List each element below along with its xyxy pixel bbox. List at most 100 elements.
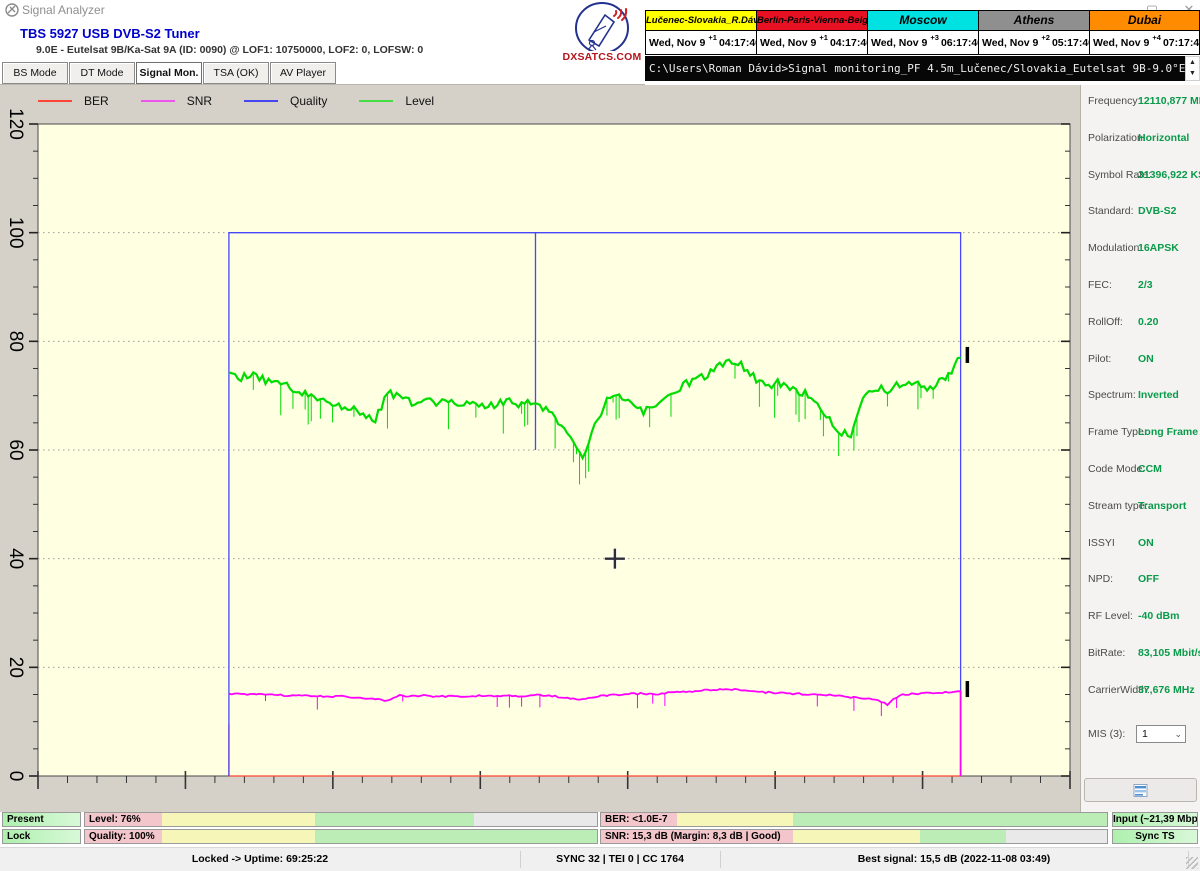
clock-time: Wed, Nov 9 +1 04:17:40 (756, 31, 872, 55)
param-label: RollOff: (1088, 315, 1123, 328)
signal-monitor-chart-region: BER SNR Quality Level 0 20 40 60 80 100 120 (0, 85, 1080, 812)
param-label: Code Mode: (1088, 463, 1146, 475)
param-label: ISSYI (1088, 536, 1115, 549)
ber-legend-line (38, 100, 72, 102)
parameters-panel: MIS (3): 1 ⌄ Frequency:12110,877 MHzPola… (1080, 85, 1200, 812)
input-rate-indicator: Input (~21,39 Mbps) (1112, 812, 1198, 827)
param-value: Long Frame (1138, 426, 1199, 439)
dxsatcs-logo: DXSATCS.COM (558, 2, 646, 64)
mis-label: MIS (3): (1088, 728, 1126, 740)
quality-legend-line (244, 100, 279, 102)
mis-value: 1 (1142, 728, 1148, 740)
param-label: Spectrum: (1088, 389, 1136, 402)
clock-lu-enec-slovakia-r-d-vid: Lučenec-Slovakia_R.Dávid Wed, Nov 9 +1 04:1… (645, 10, 761, 55)
clock-dubai: DubaiWed, Nov 9+407:17:40 (1089, 10, 1200, 55)
quality-progressbar: Quality: 100% (84, 829, 598, 844)
param-value: 37,676 MHz (1138, 683, 1195, 696)
signal-chart[interactable]: 0 20 40 60 80 100 120 (0, 85, 1080, 812)
stream-list-button[interactable] (1084, 778, 1197, 802)
sync-ts-indicator: Sync TS (1112, 829, 1198, 844)
level-legend-line (359, 100, 394, 102)
resize-grip[interactable] (1186, 857, 1198, 869)
clock-athens: Athens Wed, Nov 9 +2 05:17:40 (978, 10, 1094, 55)
clock-time: Wed, Nov 9+407:17:40 (1089, 31, 1200, 55)
snr-legend-line (140, 100, 175, 102)
param-value: 16APSK (1138, 242, 1179, 255)
clock-city: Athens (978, 10, 1089, 31)
param-label: RF Level: (1088, 610, 1133, 623)
clock-moscow: Moscow Wed, Nov 9 +3 06:17:40 (867, 10, 983, 55)
param-label: NPD: (1088, 573, 1114, 586)
tab-bs-mode[interactable]: BS Mode (2, 62, 68, 84)
statusbar: Locked -> Uptime: 69:25:22 SYNC 32 | TEI… (0, 847, 1200, 871)
level-progressbar: Level: 76% (84, 812, 598, 827)
status-best-signal: Best signal: 15,5 dB (2022-11-08 03:49) (857, 853, 1051, 865)
param-value: Transport (1138, 499, 1187, 512)
chevron-down-icon: ⌄ (1174, 729, 1182, 739)
lock-indicator: Lock (2, 829, 81, 844)
app-icon (5, 3, 19, 17)
console-window[interactable]: C:\Users\Roman Dávid>Signal monitoring_P… (645, 56, 1185, 81)
status-uptime: Locked -> Uptime: 69:25:22 (191, 853, 329, 865)
console-text: C:\Users\Roman Dávid>Signal monitoring_P… (649, 62, 1185, 75)
clock-berlin-paris-vienna-belgrade: Berlin-Paris-Vienna-BelgradeWed, Nov 9+1… (756, 10, 872, 55)
param-value: 31396,922 KS/s (1138, 168, 1200, 181)
param-value: OFF (1138, 573, 1159, 586)
console-scrollbar[interactable]: ▲ ▼ (1185, 56, 1200, 81)
svg-text:120: 120 (5, 108, 26, 140)
tab-av-player[interactable]: AV Player (270, 62, 336, 84)
svg-text:100: 100 (5, 217, 26, 249)
tab-tsa-ok-[interactable]: TSA (OK) (203, 62, 269, 84)
svg-text:60: 60 (5, 439, 26, 460)
param-value: Inverted (1138, 389, 1179, 402)
satellite-dish-icon (575, 2, 629, 54)
clock-city: Moscow (867, 10, 978, 31)
svg-text:80: 80 (5, 331, 26, 352)
status-sync: SYNC 32 | TEI 0 | CC 1764 (556, 853, 684, 865)
ber-progressbar: BER: <1.0E-7 (600, 812, 1108, 827)
param-value: CCM (1138, 463, 1162, 475)
tuning-info: 9.0E - Eutelsat 9B/Ka-Sat 9A (ID: 0090) … (36, 44, 424, 56)
param-label: Modulation: (1088, 242, 1143, 255)
param-value: DVB-S2 (1138, 205, 1177, 218)
param-label: Pilot: (1088, 352, 1112, 365)
window-title: Signal Analyzer (22, 3, 105, 17)
level-legend-label: Level (405, 94, 435, 108)
param-value: ON (1138, 536, 1154, 549)
scroll-down-icon[interactable]: ▼ (1186, 69, 1199, 79)
param-value: Horizontal (1138, 131, 1190, 144)
clock-time: Wed, Nov 9 +1 04:17:40 (645, 31, 761, 55)
svg-text:40: 40 (5, 548, 26, 569)
tab-dt-mode[interactable]: DT Mode (69, 62, 135, 84)
clock-city: Dubai (1089, 10, 1200, 31)
param-value: ON (1138, 352, 1154, 365)
param-value: 2/3 (1138, 279, 1153, 291)
clock-city: Berlin-Paris-Vienna-Belgrade (756, 10, 867, 31)
chart-legend: BER SNR Quality Level (38, 94, 466, 108)
clock-time: Wed, Nov 9 +2 05:17:40 (978, 31, 1094, 55)
svg-text:0: 0 (5, 771, 26, 782)
param-label: FEC: (1088, 279, 1112, 291)
snr-legend-label: SNR (186, 94, 213, 108)
present-indicator: Present (2, 812, 81, 827)
logo-text: DXSATCS.COM (562, 51, 642, 63)
world-clocks: Lučenec-Slovakia_R.Dávid Wed, Nov 9 +1 04:1… (645, 10, 1200, 55)
list-icon (1133, 783, 1148, 797)
ber-legend-label: BER (84, 94, 109, 108)
clock-time: Wed, Nov 9 +3 06:17:40 (867, 31, 983, 55)
scroll-up-icon[interactable]: ▲ (1186, 58, 1199, 68)
clock-city: Lučenec-Slovakia_R.Dávid (645, 10, 756, 31)
tab-signal-mon-[interactable]: Signal Mon. (136, 62, 202, 84)
snr-progressbar: SNR: 15,3 dB (Margin: 8,3 dB | Good) (600, 829, 1108, 844)
device-title: TBS 5927 USB DVB-S2 Tuner (20, 26, 200, 41)
param-value: -40 dBm (1138, 610, 1180, 623)
svg-text:20: 20 (5, 657, 26, 678)
param-value: 0.20 (1138, 315, 1159, 328)
quality-legend-label: Quality (290, 94, 328, 108)
param-value: 83,105 Mbit/s (1138, 647, 1200, 659)
param-label: Standard: (1088, 205, 1134, 218)
mis-select[interactable]: 1 ⌄ (1136, 725, 1186, 743)
param-value: 12110,877 MHz (1138, 95, 1200, 107)
param-label: BitRate: (1088, 647, 1126, 659)
param-label: Frequency: (1088, 95, 1141, 107)
